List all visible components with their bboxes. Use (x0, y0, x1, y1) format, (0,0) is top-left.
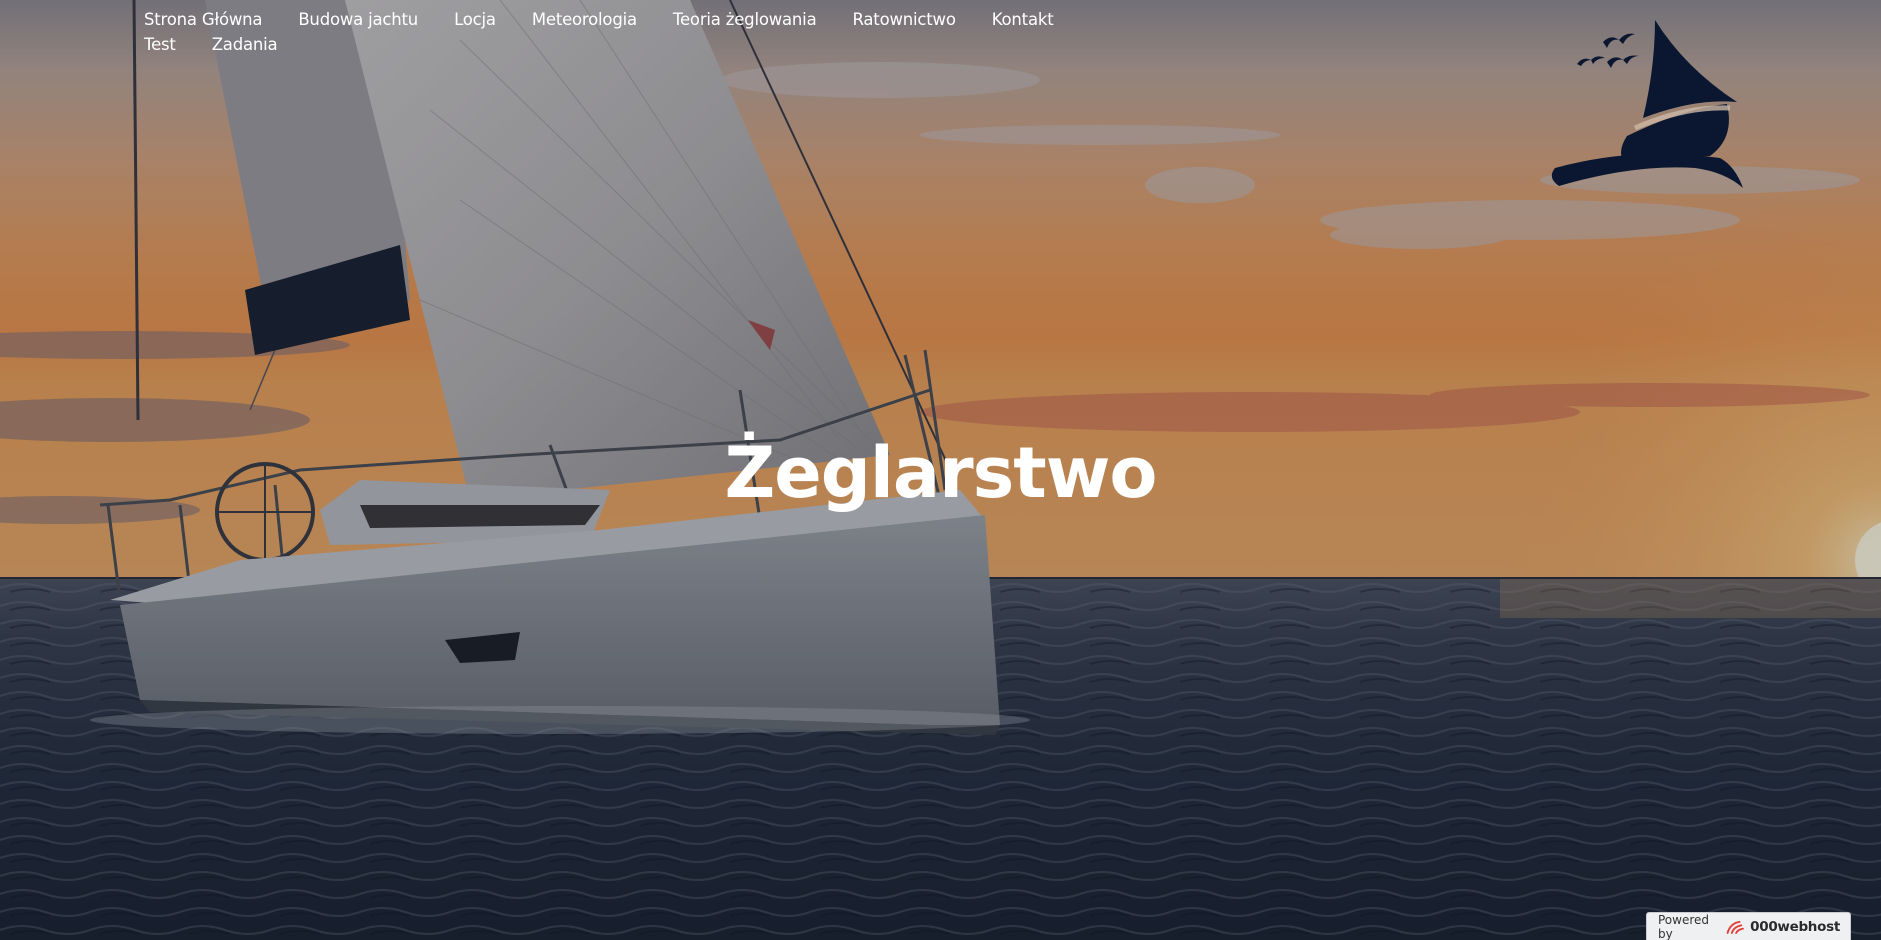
000webhost-brand-label: 000webhost (1750, 918, 1840, 935)
nav-item-test[interactable]: Test (144, 34, 176, 55)
nav-item-zadania[interactable]: Zadania (212, 34, 278, 55)
nav-item-kontakt[interactable]: Kontakt (992, 9, 1054, 30)
powered-by-label: Powered by (1658, 912, 1710, 940)
hero-title: Żeglarstwo (0, 428, 1881, 518)
sailboat-logo-icon[interactable] (1545, 18, 1745, 198)
nav-item-meteorologia[interactable]: Meteorologia (532, 9, 637, 30)
hero-title-text: Żeglarstwo (724, 432, 1158, 514)
000webhost-icon (1726, 920, 1744, 934)
main-nav: Strona Główna Budowa jachtu Locja Meteor… (144, 9, 1084, 55)
nav-item-budowa-jachtu[interactable]: Budowa jachtu (298, 9, 418, 30)
nav-item-teoria-zeglowania[interactable]: Teoria żeglowania (673, 9, 817, 30)
nav-item-ratownictwo[interactable]: Ratownictwo (852, 9, 955, 30)
powered-by-badge[interactable]: Powered by 000webhost (1646, 912, 1851, 940)
page: Strona Główna Budowa jachtu Locja Meteor… (0, 0, 1881, 940)
nav-item-strona-glowna[interactable]: Strona Główna (144, 9, 263, 30)
nav-item-locja[interactable]: Locja (454, 9, 496, 30)
